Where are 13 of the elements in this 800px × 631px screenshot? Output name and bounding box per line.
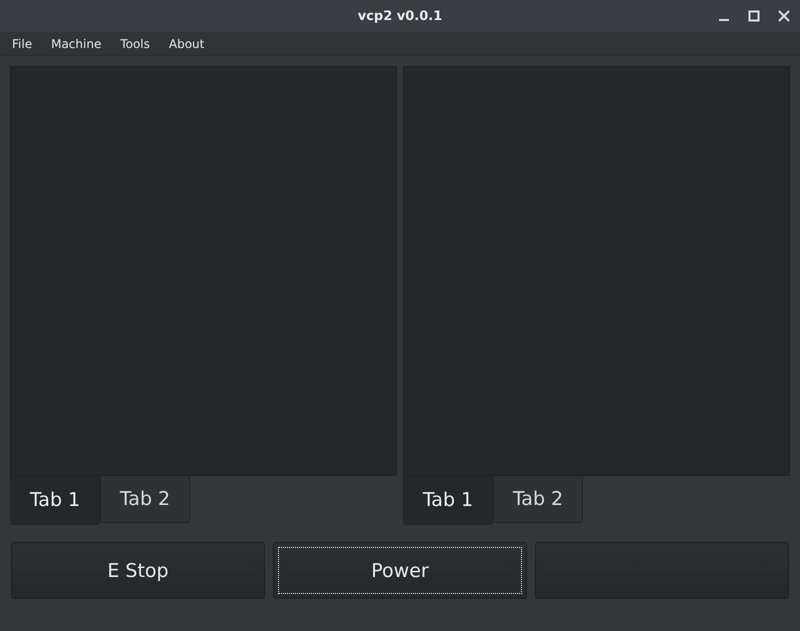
tab[interactable]: Tab 1 bbox=[10, 476, 100, 525]
tab[interactable]: Tab 2 bbox=[493, 476, 583, 523]
menu-item[interactable]: File bbox=[12, 36, 32, 50]
tab[interactable]: Tab 2 bbox=[100, 476, 190, 523]
close-icon[interactable] bbox=[778, 10, 790, 22]
push-button[interactable]: Power bbox=[273, 542, 527, 599]
window-title: vcp2 v0.0.1 bbox=[358, 8, 442, 24]
menu-item[interactable]: Machine bbox=[51, 36, 102, 50]
menu-item[interactable]: About bbox=[168, 36, 204, 50]
menu-item[interactable]: Tools bbox=[120, 36, 150, 50]
push-button[interactable]: E Stop bbox=[11, 542, 265, 599]
tab[interactable]: Tab 1 bbox=[403, 476, 493, 525]
maximize-icon[interactable] bbox=[748, 10, 760, 22]
